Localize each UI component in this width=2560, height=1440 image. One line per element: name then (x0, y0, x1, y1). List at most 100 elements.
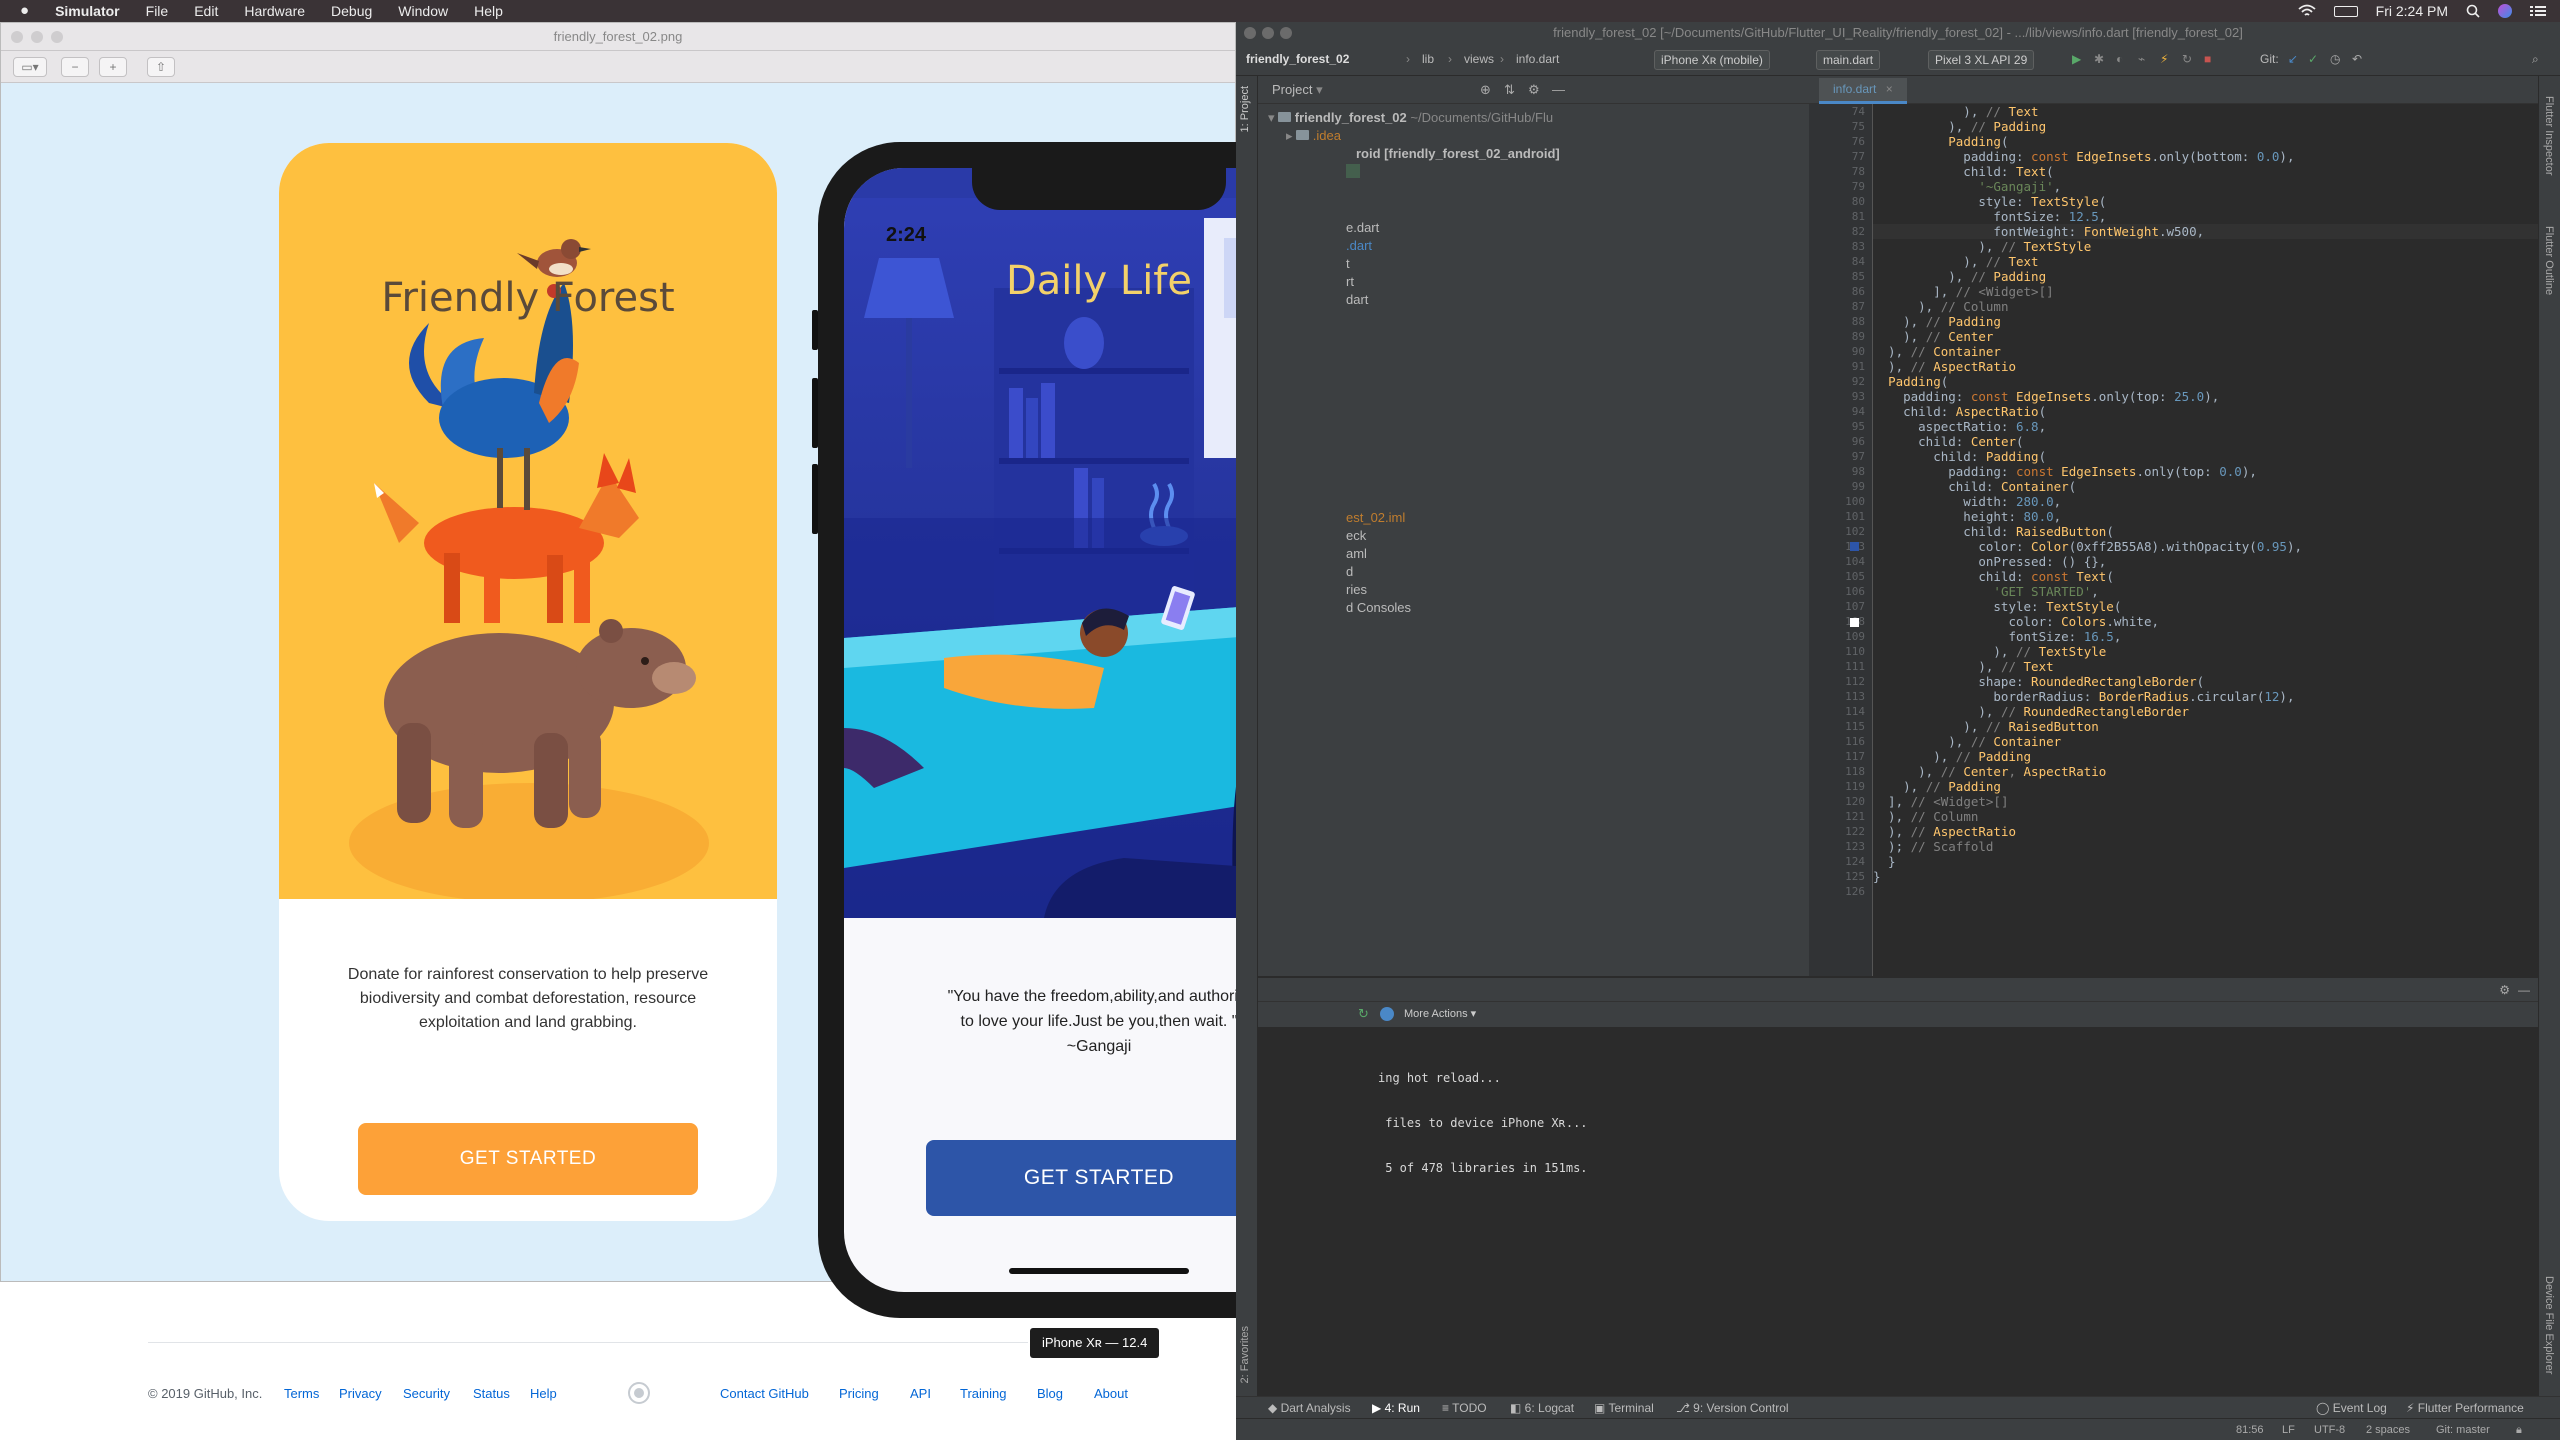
tree-item[interactable]: dart (1346, 292, 1368, 307)
code-line[interactable]: } (1873, 854, 2538, 869)
code-line[interactable]: ], // <Widget>[] (1873, 284, 2538, 299)
code-line[interactable]: ), // RoundedRectangleBorder (1873, 704, 2538, 719)
code-line[interactable]: ), // Padding (1873, 779, 2538, 794)
minimize-window-button[interactable] (31, 31, 43, 43)
code-line[interactable]: height: 80.0, (1873, 509, 2538, 524)
code-line[interactable]: padding: const EdgeInsets.only(top: 25.0… (1873, 389, 2538, 404)
code-line[interactable]: ); // Scaffold (1873, 839, 2538, 854)
breadcrumb-views[interactable]: views (1464, 52, 1494, 66)
footer-link-api[interactable]: API (910, 1386, 931, 1401)
code-line[interactable]: ), // TextStyle (1873, 644, 2538, 659)
devtools-icon[interactable] (1380, 1007, 1394, 1021)
tab-dart-analysis[interactable]: ◆ Dart Analysis (1268, 1401, 1351, 1415)
run-config-dropdown[interactable]: main.dart (1816, 50, 1881, 70)
footer-link-training[interactable]: Training (960, 1386, 1006, 1401)
cursor-position[interactable]: 81:56 (2236, 1424, 2264, 1436)
zoom-window-button[interactable] (51, 31, 63, 43)
flutter-outline-tab[interactable]: Flutter Outline (2543, 226, 2555, 295)
emulator-dropdown[interactable]: Pixel 3 XL API 29 (1928, 50, 2035, 70)
git-rollback-icon[interactable]: ↶ (2352, 52, 2362, 66)
footer-link-pricing[interactable]: Pricing (839, 1386, 879, 1401)
git-update-icon[interactable]: ↙ (2288, 52, 2298, 66)
footer-link-blog[interactable]: Blog (1037, 1386, 1063, 1401)
debug-icon[interactable]: ✱ (2094, 52, 2104, 66)
wifi-icon[interactable] (2298, 4, 2316, 18)
siri-icon[interactable] (2498, 4, 2512, 18)
code-line[interactable]: ), // Padding (1873, 269, 2538, 284)
code-line[interactable]: child: Center( (1873, 434, 2538, 449)
code-line[interactable]: ), // TextStyle (1873, 239, 2538, 254)
code-line[interactable]: fontWeight: FontWeight.w500, (1873, 224, 2538, 239)
run-icon[interactable]: ▶ (2072, 52, 2081, 66)
close-tab-icon[interactable]: × (1886, 82, 1893, 96)
ide-close-button[interactable] (1244, 27, 1256, 39)
breadcrumb-project[interactable]: friendly_forest_02 (1246, 52, 1349, 66)
tab-logcat[interactable]: ◧ 6: Logcat (1510, 1401, 1574, 1415)
code-line[interactable]: fontSize: 12.5, (1873, 209, 2538, 224)
home-indicator[interactable] (1009, 1268, 1189, 1274)
footer-link-security[interactable]: Security (403, 1386, 450, 1401)
code-line[interactable]: ), // Center, AspectRatio (1873, 764, 2538, 779)
footer-link-privacy[interactable]: Privacy (339, 1386, 382, 1401)
tab-terminal[interactable]: ▣ Terminal (1594, 1401, 1654, 1415)
code-line[interactable]: ], // <Widget>[] (1873, 794, 2538, 809)
flutter-inspector-tab[interactable]: Flutter Inspector (2543, 96, 2555, 175)
apple-icon[interactable]: ● (20, 0, 29, 22)
code-line[interactable]: ), // Padding (1873, 119, 2538, 134)
project-tool-tab[interactable]: 1: Project (1239, 86, 1251, 132)
code-line[interactable]: padding: const EdgeInsets.only(top: 0.0)… (1873, 464, 2538, 479)
tree-item[interactable]: rt (1346, 274, 1354, 289)
color-swatch-icon[interactable] (1850, 542, 1859, 551)
tree-item[interactable]: d Consoles (1346, 600, 1411, 615)
menu-app-name[interactable]: Simulator (55, 0, 120, 22)
code-line[interactable]: child: RaisedButton( (1873, 524, 2538, 539)
code-line[interactable]: ), // RaisedButton (1873, 719, 2538, 734)
profile-icon[interactable]: ◐ (2116, 52, 2123, 66)
attach-icon[interactable]: ⌁ (2138, 52, 2145, 66)
tree-item[interactable]: eck (1346, 528, 1366, 543)
tree-item[interactable]: ries (1346, 582, 1367, 597)
code-editor[interactable]: ), // Text ), // Padding Padding( paddin… (1873, 104, 2538, 976)
code-line[interactable]: borderRadius: BorderRadius.circular(12), (1873, 689, 2538, 704)
code-line[interactable]: ), // Column (1873, 299, 2538, 314)
code-line[interactable]: child: Container( (1873, 479, 2538, 494)
tree-project-root[interactable]: ▾ friendly_forest_02 ~/Documents/GitHub/… (1268, 110, 1553, 126)
tab-version-control[interactable]: ⎇ 9: Version Control (1676, 1401, 1789, 1415)
more-actions-dropdown[interactable]: More Actions ▾ (1404, 1007, 1476, 1020)
stop-icon[interactable]: ■ (2204, 52, 2211, 66)
github-logo-icon[interactable] (628, 1382, 650, 1404)
tree-item[interactable]: t (1346, 256, 1350, 271)
code-line[interactable]: style: TextStyle( (1873, 194, 2538, 209)
zoom-out-icon[interactable]: − (61, 57, 89, 77)
file-encoding[interactable]: UTF-8 (2314, 1424, 2345, 1436)
tab-flutter-performance[interactable]: ⚡ Flutter Performance (2406, 1401, 2524, 1415)
tab-todo[interactable]: ≡ TODO (1442, 1401, 1487, 1415)
code-line[interactable]: ), // Padding (1873, 314, 2538, 329)
tree-item[interactable]: .dart (1346, 238, 1372, 253)
code-line[interactable]: padding: const EdgeInsets.only(bottom: 0… (1873, 149, 2538, 164)
code-line[interactable]: width: 280.0, (1873, 494, 2538, 509)
share-icon[interactable]: ⇧ (147, 57, 175, 77)
code-line[interactable]: ), // Center (1873, 329, 2538, 344)
git-history-icon[interactable]: ◷ (2330, 52, 2340, 66)
code-line[interactable]: child: Text( (1873, 164, 2538, 179)
menu-hardware[interactable]: Hardware (244, 0, 305, 22)
code-line[interactable]: ), // Text (1873, 254, 2538, 269)
ide-minimize-button[interactable] (1262, 27, 1274, 39)
gear-icon[interactable]: ⚙ (2499, 979, 2510, 1001)
code-line[interactable]: ), // Column (1873, 809, 2538, 824)
daily-life-get-started-button[interactable]: GET STARTED (926, 1140, 1272, 1216)
code-line[interactable]: ), // Container (1873, 734, 2538, 749)
zoom-in-icon[interactable]: + (99, 57, 127, 77)
line-separator[interactable]: LF (2282, 1424, 2295, 1436)
friendly-forest-get-started-button[interactable]: GET STARTED (358, 1123, 698, 1195)
code-line[interactable]: onPressed: () {}, (1873, 554, 2538, 569)
code-line[interactable]: '~Gangaji', (1873, 179, 2538, 194)
rerun-icon[interactable]: ↻ (1358, 1006, 1369, 1022)
code-line[interactable]: ), // AspectRatio (1873, 824, 2538, 839)
tab-event-log[interactable]: ◯ Event Log (2316, 1401, 2387, 1415)
git-branch[interactable]: Git: master (2436, 1424, 2490, 1436)
tree-item[interactable]: e.dart (1346, 220, 1379, 235)
menu-window[interactable]: Window (398, 0, 448, 22)
tab-run[interactable]: ▶ 4: Run (1372, 1401, 1420, 1415)
